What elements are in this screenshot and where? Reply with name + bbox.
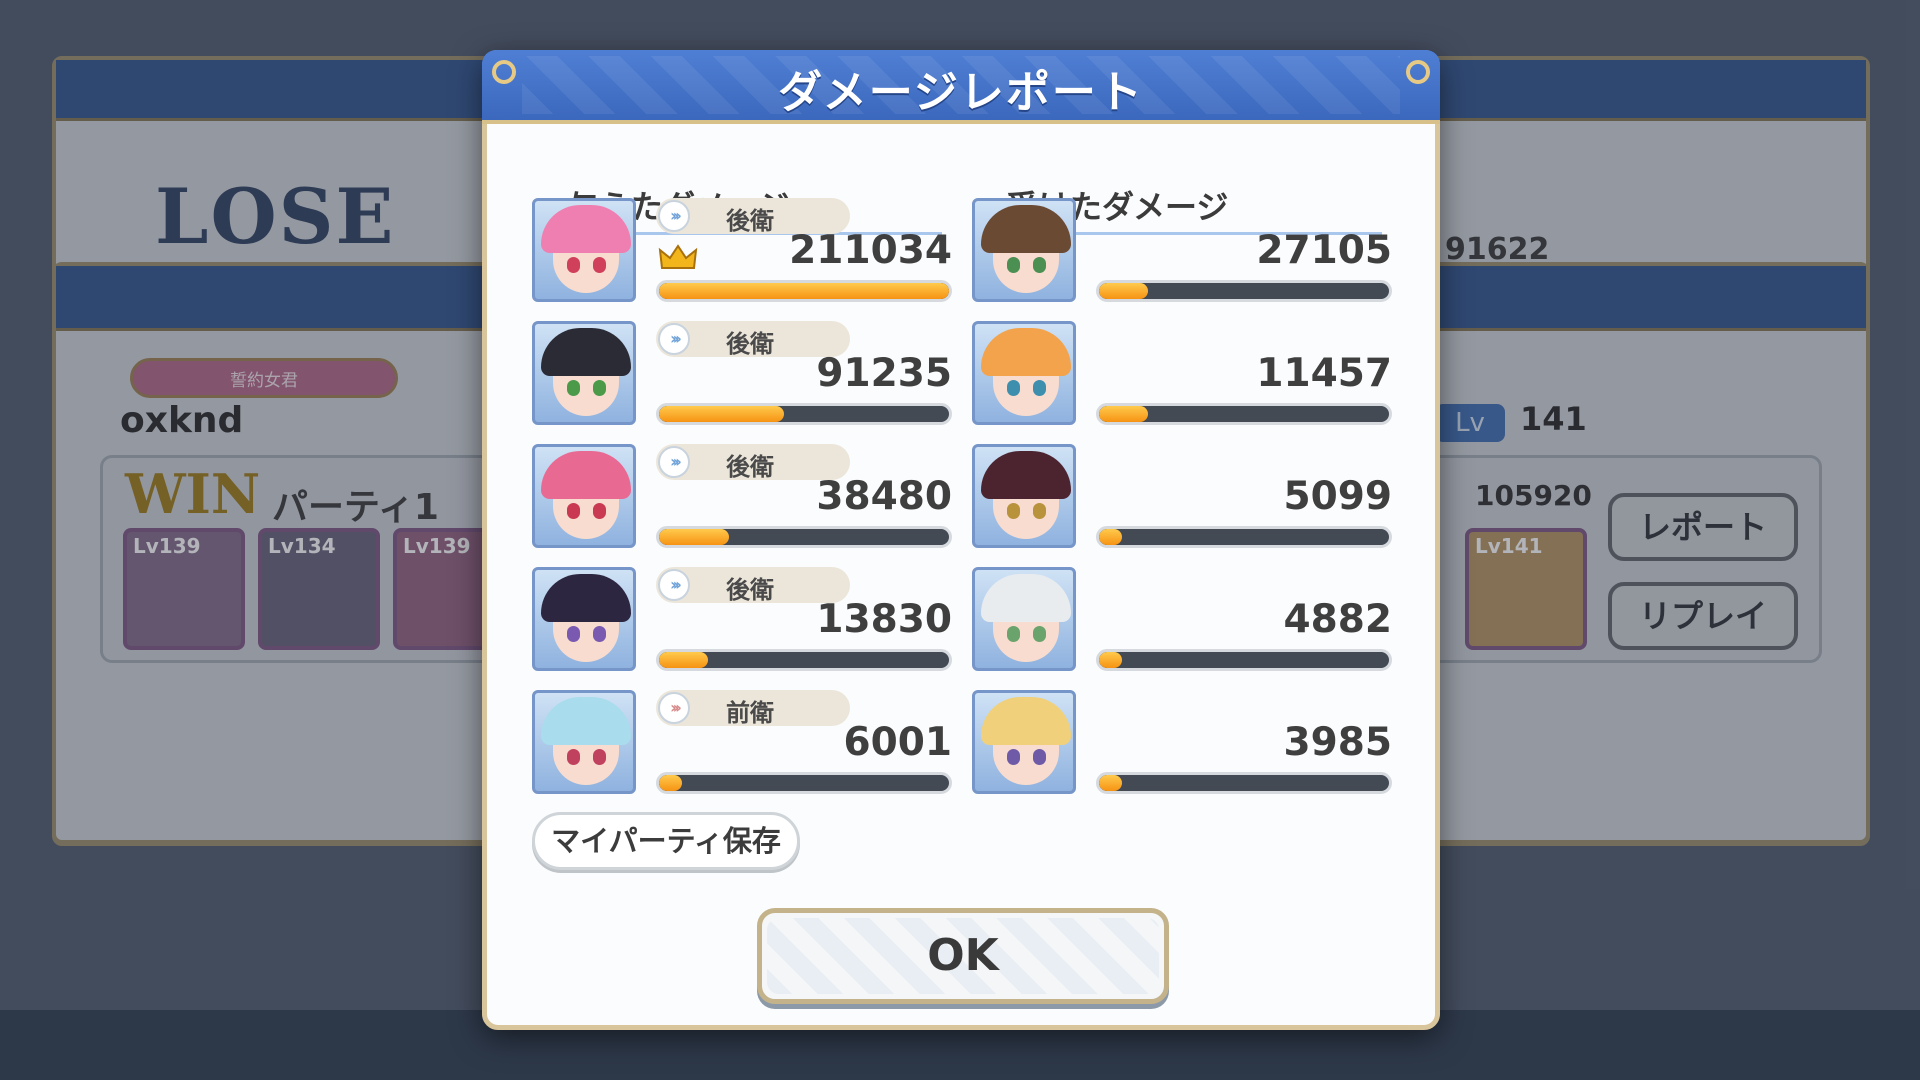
position-label: 後衛 — [726, 207, 774, 235]
damage-value: 5099 — [1283, 474, 1392, 519]
character-portrait — [972, 690, 1076, 794]
damage-bar — [1096, 772, 1392, 794]
portrait-eye — [1033, 380, 1046, 396]
damage-bar — [1096, 649, 1392, 671]
crown-icon — [658, 244, 698, 269]
portrait-hair — [981, 574, 1071, 622]
portrait-hair — [981, 205, 1071, 253]
portrait-eye — [593, 257, 606, 273]
taken-damage-row: 3985 — [972, 690, 1392, 800]
portrait-hair — [541, 697, 631, 745]
dialog-title: ダメージレポート — [778, 67, 1144, 118]
portrait-eye — [593, 626, 606, 642]
damage-bar — [1096, 280, 1392, 302]
damage-value: 27105 — [1256, 228, 1392, 273]
damage-bar — [1096, 403, 1392, 425]
position-label: 後衛 — [726, 330, 774, 358]
portrait-eye — [1007, 380, 1020, 396]
damage-bar-fill — [659, 652, 709, 668]
character-portrait — [532, 198, 636, 302]
damage-bar-fill — [659, 775, 683, 791]
character-portrait — [972, 567, 1076, 671]
position-label: 後衛 — [726, 576, 774, 604]
rear-position-icon: ››› — [658, 569, 690, 601]
character-portrait — [532, 567, 636, 671]
dealt-damage-row: ››› 後衛 13830 — [532, 567, 952, 677]
damage-bar-fill — [1099, 652, 1123, 668]
dealt-damage-row: ››› 後衛 38480 — [532, 444, 952, 554]
rear-position-icon: ››› — [658, 323, 690, 355]
damage-bar — [656, 526, 952, 548]
damage-value: 38480 — [816, 474, 952, 519]
portrait-hair — [541, 574, 631, 622]
character-portrait — [532, 321, 636, 425]
dealt-damage-row: ››› 後衛 211034 — [532, 198, 952, 308]
character-portrait — [972, 198, 1076, 302]
damage-bar — [656, 772, 952, 794]
portrait-eye — [567, 749, 580, 765]
portrait-eye — [593, 380, 606, 396]
damage-value: 11457 — [1256, 351, 1392, 396]
damage-bar — [656, 280, 952, 302]
portrait-eye — [1033, 257, 1046, 273]
portrait-hair — [541, 328, 631, 376]
damage-bar-fill — [1099, 283, 1149, 299]
portrait-eye — [567, 503, 580, 519]
ok-button[interactable]: OK — [757, 908, 1169, 1004]
portrait-eye — [593, 749, 606, 765]
ok-button-label: OK — [927, 930, 999, 981]
dealt-damage-row: ››› 後衛 91235 — [532, 321, 952, 431]
character-portrait — [972, 321, 1076, 425]
portrait-eye — [1033, 503, 1046, 519]
taken-damage-row: 4882 — [972, 567, 1392, 677]
portrait-eye — [567, 380, 580, 396]
damage-value: 6001 — [843, 720, 952, 765]
character-portrait — [972, 444, 1076, 548]
character-portrait — [532, 690, 636, 794]
damage-bar-fill — [1099, 406, 1149, 422]
damage-value: 4882 — [1283, 597, 1392, 642]
position-label: 後衛 — [726, 453, 774, 481]
damage-value: 3985 — [1283, 720, 1392, 765]
save-party-button[interactable]: マイパーティ保存 — [532, 812, 800, 870]
damage-bar-fill — [659, 283, 949, 299]
portrait-eye — [1033, 749, 1046, 765]
character-portrait — [532, 444, 636, 548]
dialog-header: ダメージレポート — [482, 50, 1440, 124]
damage-bar-fill — [659, 529, 729, 545]
damage-bar — [656, 403, 952, 425]
position-label: 前衛 — [726, 699, 774, 727]
damage-bar — [656, 649, 952, 671]
damage-value: 211034 — [789, 228, 952, 273]
portrait-hair — [981, 697, 1071, 745]
taken-damage-row: 5099 — [972, 444, 1392, 554]
damage-bar-fill — [659, 406, 784, 422]
portrait-eye — [567, 257, 580, 273]
rear-position-icon: ››› — [658, 446, 690, 478]
portrait-hair — [981, 328, 1071, 376]
taken-damage-row: 11457 — [972, 321, 1392, 431]
portrait-eye — [567, 626, 580, 642]
damage-report-dialog: ダメージレポート 与えたダメージ 受けたダメージ マイパーティ保存 OK ›››… — [482, 50, 1440, 1030]
portrait-hair — [981, 451, 1071, 499]
front-position-icon: ››› — [658, 692, 690, 724]
portrait-eye — [1007, 257, 1020, 273]
damage-bar — [1096, 526, 1392, 548]
taken-damage-row: 27105 — [972, 198, 1392, 308]
portrait-hair — [541, 205, 631, 253]
portrait-eye — [1007, 749, 1020, 765]
damage-value: 91235 — [816, 351, 952, 396]
portrait-eye — [593, 503, 606, 519]
position-badge: ››› 前衛 — [656, 690, 850, 727]
dealt-damage-row: ››› 前衛 6001 — [532, 690, 952, 800]
portrait-eye — [1033, 626, 1046, 642]
damage-bar-fill — [1099, 775, 1123, 791]
portrait-eye — [1007, 626, 1020, 642]
rear-position-icon: ››› — [658, 200, 690, 232]
portrait-eye — [1007, 503, 1020, 519]
damage-value: 13830 — [816, 597, 952, 642]
portrait-hair — [541, 451, 631, 499]
damage-bar-fill — [1099, 529, 1123, 545]
